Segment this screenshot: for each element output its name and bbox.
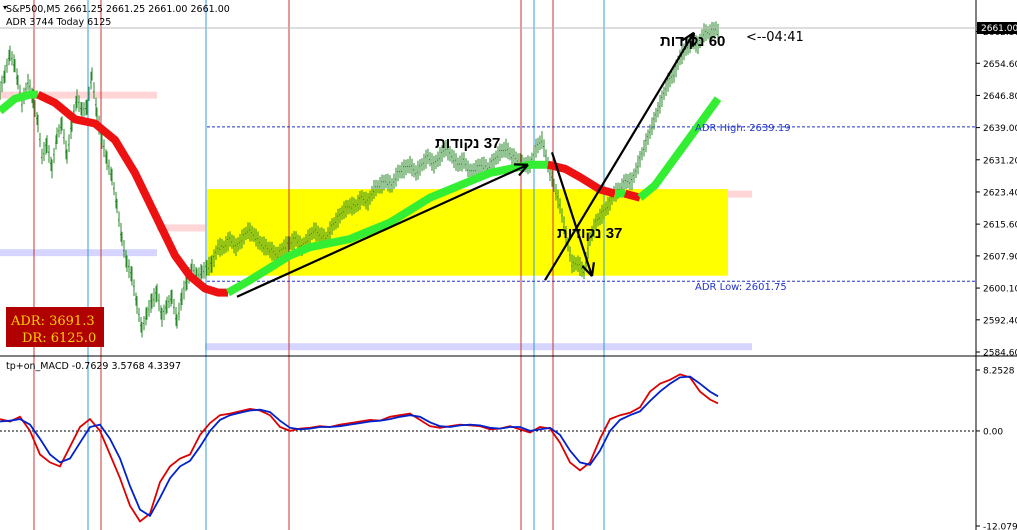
macd-tick-label: -12.0799: [983, 523, 1017, 530]
macd-tick-label: 8.2528: [983, 367, 1015, 377]
price-tick-label: 2654.60: [983, 60, 1017, 70]
price-tick-label: 2615.60: [983, 221, 1017, 231]
macd-tick-label: 0.00: [983, 427, 1003, 437]
price-tick-label: 2592.40: [983, 316, 1017, 326]
level-bar-3: [728, 190, 752, 198]
current-price-value: 2661.00: [981, 24, 1017, 34]
indicator-label: tp+on_MACD -0.7629 3.5768 4.3397: [6, 361, 181, 372]
level-bar-2: [0, 249, 157, 257]
price-tick-label: 2607.90: [983, 252, 1017, 262]
annotation-60: 60 נקודות: [660, 33, 725, 50]
adr-high-label: ADR High: 2639.19: [695, 123, 791, 134]
trading-chart[interactable]: 2662.302654.602646.802639.002631.202623.…: [0, 0, 1017, 530]
adr-info: ADR 3744 Today 6125: [6, 17, 111, 28]
ma-segment-down: [623, 189, 642, 202]
price-tick-label: 2646.80: [983, 92, 1017, 102]
price-tick-label: 2600.10: [983, 285, 1017, 295]
level-bar-4: [205, 343, 752, 351]
adr-low-label: ADR Low: 2601.75: [695, 282, 787, 293]
price-tick-label: 2584.60: [983, 349, 1017, 359]
dropdown-icon[interactable]: ▾: [3, 3, 7, 12]
dr-value: DR: 6125.0: [22, 331, 96, 346]
annotation-37-up: 37 נקודות: [435, 135, 500, 152]
annotation-37-down: 37 נקודות: [557, 225, 622, 242]
price-tick-label: 2623.40: [983, 188, 1017, 198]
price-tick-label: 2631.20: [983, 156, 1017, 166]
symbol-info: S&P500,M5 2661.25 2661.25 2661.00 2661.0…: [6, 4, 230, 15]
adr-value: ADR: 3691.3: [10, 314, 95, 329]
price-tick-label: 2639.00: [983, 124, 1017, 134]
candle-timer: <--04:41: [746, 30, 804, 45]
